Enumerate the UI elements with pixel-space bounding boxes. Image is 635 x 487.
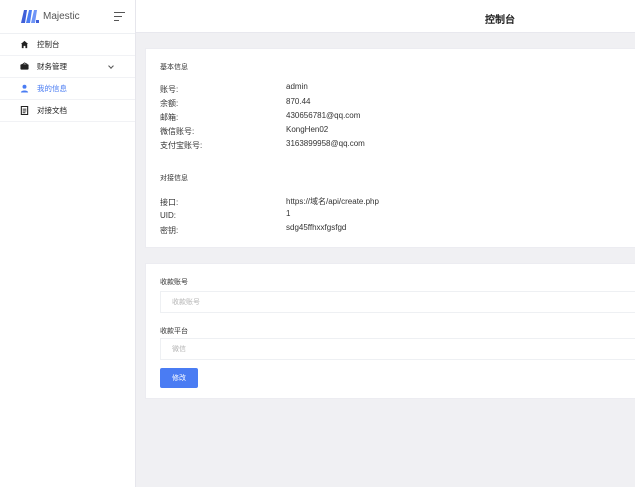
account-input[interactable] — [160, 291, 635, 313]
brand-name: Majestic — [43, 11, 80, 22]
info-card: 基本信息 账号: admin 余额: 870.44 邮箱: 430656781@… — [145, 48, 635, 248]
topbar: 控制台 — [136, 0, 635, 33]
api-info-title: 对接信息 — [160, 175, 188, 182]
email-value: 430656781@qq.com — [286, 111, 361, 120]
payment-form-card: 收款账号 收款平台 修改 — [145, 263, 635, 399]
secret-key-value: sdg45ffhxxfgsfgd — [286, 223, 347, 232]
submit-button[interactable]: 修改 — [160, 368, 198, 388]
user-icon — [19, 84, 29, 94]
uid-value: 1 — [286, 209, 291, 218]
basic-info-title: 基本信息 — [160, 64, 188, 71]
sidebar-item-docs[interactable]: 对接文档 — [0, 100, 135, 122]
platform-field-label: 收款平台 — [160, 328, 188, 335]
home-icon — [19, 40, 29, 50]
page-title: 控制台 — [485, 15, 515, 26]
api-endpoint-value: https://域名/api/create.php — [286, 197, 379, 206]
wallet-icon — [19, 62, 29, 72]
sidebar-item-finance[interactable]: 财务管理 — [0, 56, 135, 78]
platform-input[interactable] — [160, 338, 635, 360]
chevron-down-icon — [108, 63, 114, 69]
sidebar-item-label: 对接文档 — [37, 106, 67, 115]
api-endpoint-label: 接口: — [160, 198, 179, 207]
sidebar-item-label: 控制台 — [37, 40, 60, 49]
sidebar-item-label: 我的信息 — [37, 84, 67, 93]
sidebar-item-dashboard[interactable]: 控制台 — [0, 34, 135, 56]
alipay-label: 支付宝账号: — [160, 141, 203, 150]
sidebar: Majestic 控制台 财务管理 我的信息 对接文档 — [0, 0, 136, 487]
balance-value: 870.44 — [286, 97, 311, 106]
balance-label: 余额: — [160, 99, 179, 108]
account-value: admin — [286, 82, 308, 91]
document-icon — [19, 106, 29, 116]
email-label: 邮箱: — [160, 113, 179, 122]
sidebar-item-my-info[interactable]: 我的信息 — [0, 78, 135, 100]
menu-toggle-icon[interactable] — [114, 12, 125, 21]
majestic-logo-icon — [21, 10, 39, 23]
account-label: 账号: — [160, 85, 179, 94]
account-field-label: 收款账号 — [160, 279, 188, 286]
sidebar-item-label: 财务管理 — [37, 62, 67, 71]
wechat-value: KongHen02 — [286, 125, 329, 134]
uid-label: UID: — [160, 211, 176, 220]
wechat-label: 微信账号: — [160, 127, 195, 136]
alipay-value: 3163899958@qq.com — [286, 139, 365, 148]
secret-key-label: 密钥: — [160, 226, 179, 235]
brand[interactable]: Majestic — [0, 0, 135, 34]
